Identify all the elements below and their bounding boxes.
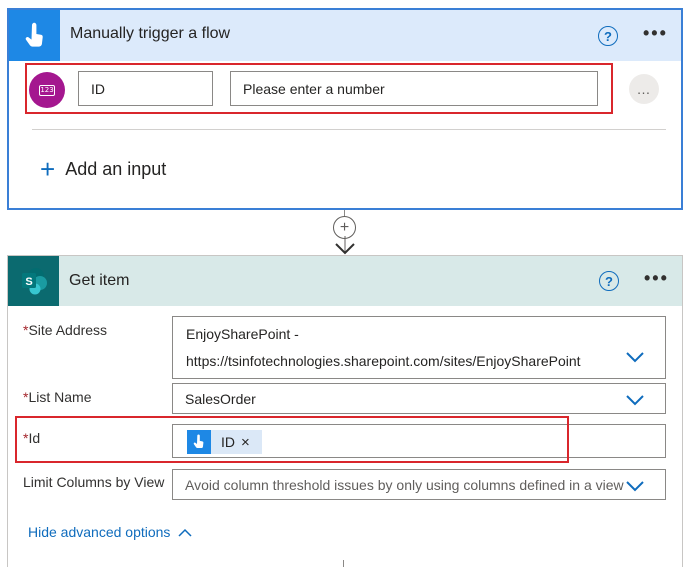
input-placeholder-field[interactable]: Please enter a number	[230, 71, 598, 106]
limit-columns-label: Limit Columns by View	[23, 474, 165, 490]
hide-advanced-options-link[interactable]: Hide advanced options	[28, 524, 192, 540]
help-icon[interactable]: ?	[598, 26, 618, 46]
connector-line	[343, 560, 344, 567]
advanced-options-label: Hide advanced options	[28, 524, 171, 540]
input-name-field[interactable]: ID	[78, 71, 213, 106]
site-address-label: *Site Address	[23, 322, 108, 338]
chevron-down-icon[interactable]	[625, 394, 645, 406]
divider	[32, 129, 666, 130]
trigger-card: Manually trigger a flow ? ••• 123 ID Ple…	[7, 8, 683, 210]
add-input-label: Add an input	[65, 158, 167, 179]
site-address-dropdown[interactable]: EnjoySharePoint - https://tsinfotechnolo…	[172, 316, 666, 379]
get-item-card: S Get item ? ••• *Site Address EnjoyShar…	[7, 255, 683, 567]
number-badge: 123	[39, 84, 55, 96]
chevron-down-icon[interactable]	[625, 480, 645, 492]
more-options-icon[interactable]: •••	[643, 23, 668, 44]
get-item-card-title: Get item	[69, 272, 130, 289]
list-name-value: SalesOrder	[185, 390, 256, 407]
site-address-url: https://tsinfotechnologies.sharepoint.co…	[186, 353, 581, 369]
svg-text:S: S	[25, 276, 32, 288]
limit-columns-dropdown[interactable]: Avoid column threshold issues by only us…	[172, 469, 666, 500]
limit-columns-value: Avoid column threshold issues by only us…	[185, 476, 624, 493]
id-field-highlight	[15, 416, 569, 463]
chevron-down-icon[interactable]	[625, 351, 645, 363]
site-address-name: EnjoySharePoint -	[186, 326, 299, 342]
number-input-icon: 123	[29, 72, 65, 108]
trigger-card-title: Manually trigger a flow	[70, 25, 231, 42]
get-item-card-header[interactable]: S Get item ? •••	[8, 256, 682, 306]
add-input-button[interactable]: + Add an input	[40, 156, 166, 182]
sharepoint-icon: S	[8, 256, 59, 306]
list-name-label: *List Name	[23, 389, 92, 405]
more-options-icon[interactable]: •••	[644, 268, 669, 289]
chevron-up-icon	[178, 528, 192, 537]
input-more-button[interactable]: …	[629, 74, 659, 104]
plus-icon: +	[40, 154, 56, 184]
list-name-dropdown[interactable]: SalesOrder	[172, 383, 666, 414]
chevron-down-icon	[335, 236, 355, 255]
trigger-card-header[interactable]: Manually trigger a flow ? •••	[9, 10, 681, 61]
help-icon[interactable]: ?	[599, 271, 619, 291]
touch-icon	[9, 10, 60, 61]
